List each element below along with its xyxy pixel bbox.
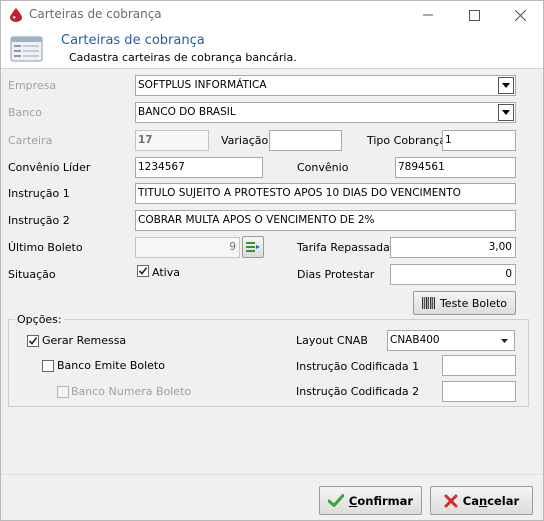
carteira-field[interactable]: 17 [135,130,209,151]
banco-emite-boleto-checkbox[interactable] [42,360,54,372]
empresa-value: SOFTPLUS INFORMÁTICA [138,79,267,91]
convenio-value: 7894561 [398,161,445,173]
check-icon [28,337,38,345]
ultimo-boleto-value: 9 [229,241,236,253]
convenio-lider-value: 1234567 [138,161,185,173]
dropdown-arrow-icon [502,110,510,115]
layout-cnab-select[interactable]: CNAB400 [387,330,515,351]
confirm-button[interactable]: Confirmar [319,486,422,515]
window-title: Carteiras de cobrança [29,7,162,21]
tipo-cobranca-field[interactable]: 1 [442,130,516,151]
cancel-label: Cancelar [463,494,519,508]
chevron-down-icon [501,339,508,343]
situacao-label: Situação [8,268,56,281]
instrucao1-field[interactable]: TITULO SUJEITO A PROTESTO APOS 10 DIAS D… [135,183,516,204]
instrucao-codificada2-label: Instrução Codificada 2 [296,385,420,398]
banco-value: BANCO DO BRASIL [138,106,236,118]
instrucao-codificada1-label: Instrução Codificada 1 [296,360,420,373]
variacao-label: Variação [221,134,269,147]
check-icon [327,494,344,507]
ultimo-boleto-label: Último Boleto [8,241,83,254]
empresa-dropdown-button[interactable] [498,77,514,94]
dias-protestar-field[interactable]: 0 [390,264,516,285]
header-subtitle: Cadastra carteiras de cobrança bancária. [69,51,297,64]
convenio-lider-label: Convênio Líder [8,161,91,174]
variacao-field[interactable] [269,130,342,151]
empresa-label: Empresa [8,79,57,92]
instrucao2-value: COBRAR MULTA APOS O VENCIMENTO DE 2% [138,214,375,226]
form-icon [10,36,43,62]
banco-numera-boleto-label: Banco Numera Boleto [71,385,192,398]
tarifa-repassada-value: 3,00 [488,241,512,253]
dias-protestar-value: 0 [505,268,512,280]
title-bar: Carteiras de cobrança [1,1,543,29]
cancel-button[interactable]: Cancelar [430,486,533,515]
convenio-field[interactable]: 7894561 [395,157,516,178]
opcoes-title: Opções: [15,313,64,326]
instrucao2-label: Instrução 2 [8,214,70,227]
drop-icon [10,8,22,22]
instrucao-codificada2-field[interactable] [442,381,516,402]
tipo-cobranca-value: 1 [445,134,452,146]
list-settings-icon [246,242,260,252]
minimize-button[interactable] [405,1,451,29]
convenio-lider-field[interactable]: 1234567 [135,157,263,178]
banco-emite-boleto-label: Banco Emite Boleto [57,359,165,372]
close-button[interactable] [497,1,543,29]
teste-boleto-label: Teste Boleto [439,296,508,310]
instrucao-codificada1-field[interactable] [442,355,516,376]
gerar-remessa-checkbox[interactable] [27,335,39,347]
form-header: Carteiras de cobrança Cadastra carteiras… [1,29,543,69]
tarifa-repassada-label: Tarifa Repassada [297,241,390,254]
carteira-value: 17 [138,134,153,146]
instrucao1-value: TITULO SUJEITO A PROTESTO APOS 10 DIAS D… [138,187,461,199]
layout-cnab-value: CNAB400 [390,334,440,346]
teste-boleto-button[interactable]: Teste Boleto [413,291,516,315]
instrucao2-field[interactable]: COBRAR MULTA APOS O VENCIMENTO DE 2% [135,210,516,231]
confirm-label-rest: onfirmar [357,493,414,508]
maximize-button[interactable] [451,1,497,29]
check-icon [138,267,148,275]
gerar-remessa-label: Gerar Remessa [42,334,127,347]
convenio-label: Convênio [297,161,349,174]
cancel-label-start: Ca [462,493,479,508]
confirm-label: Confirmar [349,494,413,508]
banco-select[interactable]: BANCO DO BRASIL [135,102,516,123]
ativa-checkbox[interactable] [137,265,149,277]
banco-dropdown-button[interactable] [498,104,514,121]
ativa-label: Ativa [152,266,180,279]
banco-label: Banco [8,106,43,119]
close-icon [514,9,526,21]
cross-icon [444,494,458,507]
banco-numera-boleto-checkbox[interactable] [57,386,69,398]
layout-cnab-label: Layout CNAB [296,334,368,347]
empresa-select[interactable]: SOFTPLUS INFORMÁTICA [135,75,516,96]
cancel-label-rest: celar [487,493,520,508]
barcode-icon [421,297,435,309]
tipo-cobranca-label: Tipo Cobrança [367,134,447,147]
header-title: Carteiras de cobrança [61,33,205,48]
instrucao1-label: Instrução 1 [8,187,70,200]
cancel-label-accel: n [479,493,488,508]
ultimo-boleto-field[interactable]: 9 [135,237,240,258]
carteira-label: Carteira [8,134,53,147]
ultimo-boleto-options-button[interactable] [242,236,264,258]
minimize-icon [423,14,433,16]
window: Carteiras de cobrança Carteiras de cobra… [0,0,544,521]
dias-protestar-label: Dias Protestar [297,268,375,281]
dropdown-arrow-icon [502,83,510,88]
tarifa-repassada-field[interactable]: 3,00 [390,237,516,258]
maximize-icon [468,9,480,21]
